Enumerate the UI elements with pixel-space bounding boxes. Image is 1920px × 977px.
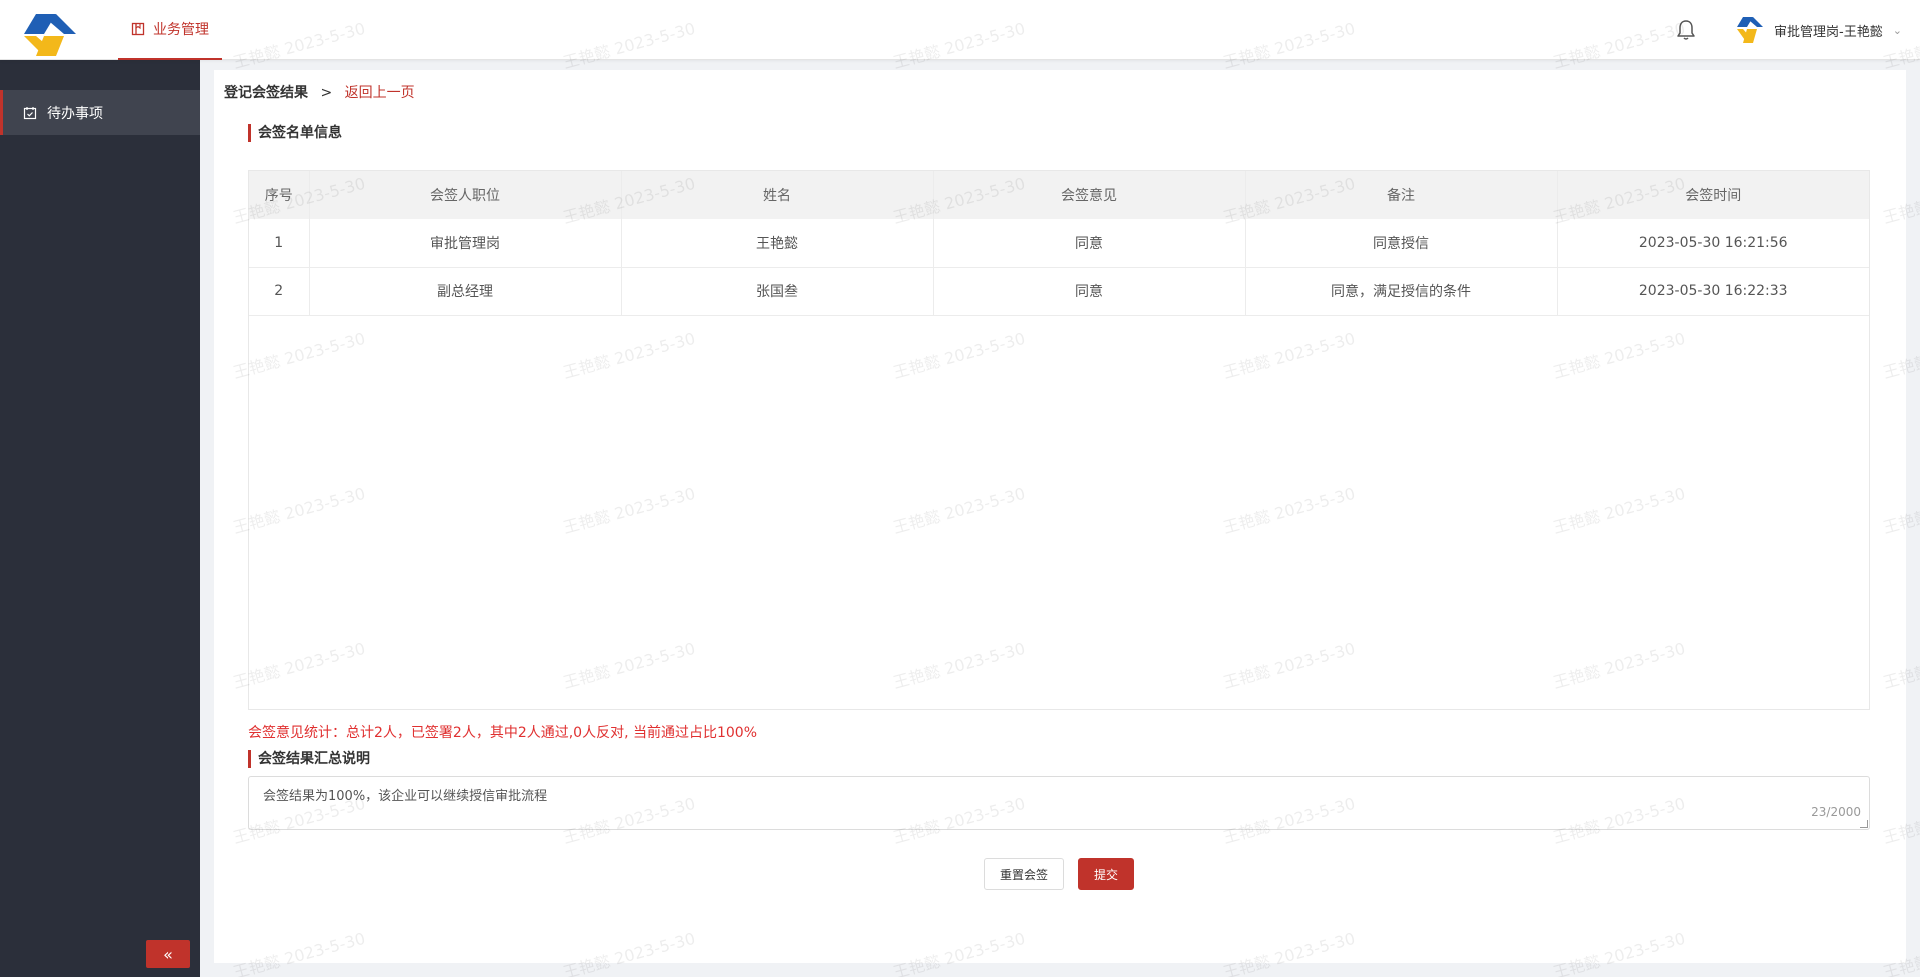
column-header: 会签人职位 xyxy=(309,171,622,219)
column-header: 备注 xyxy=(1245,171,1558,219)
user-menu[interactable]: 审批管理岗-王艳懿 ⌄ xyxy=(1736,16,1902,44)
signing-stats-text: 会签意见统计：总计2人，已签署2人，其中2人通过,0人反对, 当前通过占比100… xyxy=(248,725,758,741)
sidebar-item-label: 待办事项 xyxy=(47,105,103,122)
reset-sign-button[interactable]: 重置会签 xyxy=(984,858,1064,890)
avatar xyxy=(1737,17,1763,43)
table-cell: 同意 xyxy=(933,267,1246,316)
column-header: 姓名 xyxy=(621,171,934,219)
column-header: 序号 xyxy=(249,171,310,219)
table-cell: 2023-05-30 16:22:33 xyxy=(1557,267,1869,316)
column-header: 会签时间 xyxy=(1557,171,1869,219)
table-cell: 同意，满足授信的条件 xyxy=(1245,267,1558,316)
book-icon xyxy=(131,22,145,36)
table-cell: 同意 xyxy=(933,219,1246,268)
column-header: 会签意见 xyxy=(933,171,1246,219)
section-title-summary: 会签结果汇总说明 xyxy=(248,750,370,768)
table-cell: 2023-05-30 16:21:56 xyxy=(1557,219,1869,268)
table-row: 1 审批管理岗 王艳懿 同意 同意授信 2023-05-30 16:21:56 xyxy=(249,219,1869,268)
resize-handle-icon[interactable] xyxy=(1860,820,1868,828)
back-link[interactable]: 返回上一页 xyxy=(345,85,415,101)
bell-icon[interactable] xyxy=(1674,18,1698,42)
section-title-signer-list: 会签名单信息 xyxy=(248,124,342,142)
table-cell: 2 xyxy=(249,267,310,316)
brand-logo[interactable] xyxy=(22,12,78,58)
breadcrumb: 登记会签结果 > 返回上一页 xyxy=(224,82,415,102)
table-cell: 王艳懿 xyxy=(621,219,934,268)
char-counter: 23/2000 xyxy=(1811,805,1861,819)
top-bar: 业务管理 审批管理岗-王艳懿 ⌄ xyxy=(0,0,1920,60)
table-cell: 1 xyxy=(249,219,310,268)
signer-table: 序号 会签人职位 姓名 会签意见 备注 会签时间 1 审批管理岗 王艳懿 同意 … xyxy=(248,170,1870,710)
sidebar: 待办事项 « xyxy=(0,60,200,977)
collapse-sidebar-button[interactable]: « xyxy=(146,940,190,968)
nav-tab-label: 业务管理 xyxy=(153,22,209,38)
sidebar-item-todo[interactable]: 待办事项 xyxy=(0,90,200,135)
table-cell: 副总经理 xyxy=(309,267,622,316)
summary-textarea[interactable] xyxy=(249,777,1869,829)
summary-textarea-container: 23/2000 xyxy=(248,776,1870,830)
calendar-check-icon xyxy=(23,106,37,119)
content-card: 登记会签结果 > 返回上一页 会签名单信息 序号 会签人职位 姓名 会签意见 备… xyxy=(214,70,1906,963)
chevron-down-icon: ⌄ xyxy=(1892,23,1902,37)
table-header-row: 序号 会签人职位 姓名 会签意见 备注 会签时间 xyxy=(249,171,1869,219)
submit-button[interactable]: 提交 xyxy=(1078,858,1134,890)
breadcrumb-current: 登记会签结果 xyxy=(224,85,308,101)
table-cell: 同意授信 xyxy=(1245,219,1558,268)
user-name-label: 审批管理岗-王艳懿 xyxy=(1774,24,1883,40)
breadcrumb-separator: > xyxy=(320,85,333,101)
table-row: 2 副总经理 张国叁 同意 同意，满足授信的条件 2023-05-30 16:2… xyxy=(249,267,1869,316)
nav-tab-business-management[interactable]: 业务管理 xyxy=(118,0,222,60)
table-cell: 审批管理岗 xyxy=(309,219,622,268)
table-cell: 张国叁 xyxy=(621,267,934,316)
